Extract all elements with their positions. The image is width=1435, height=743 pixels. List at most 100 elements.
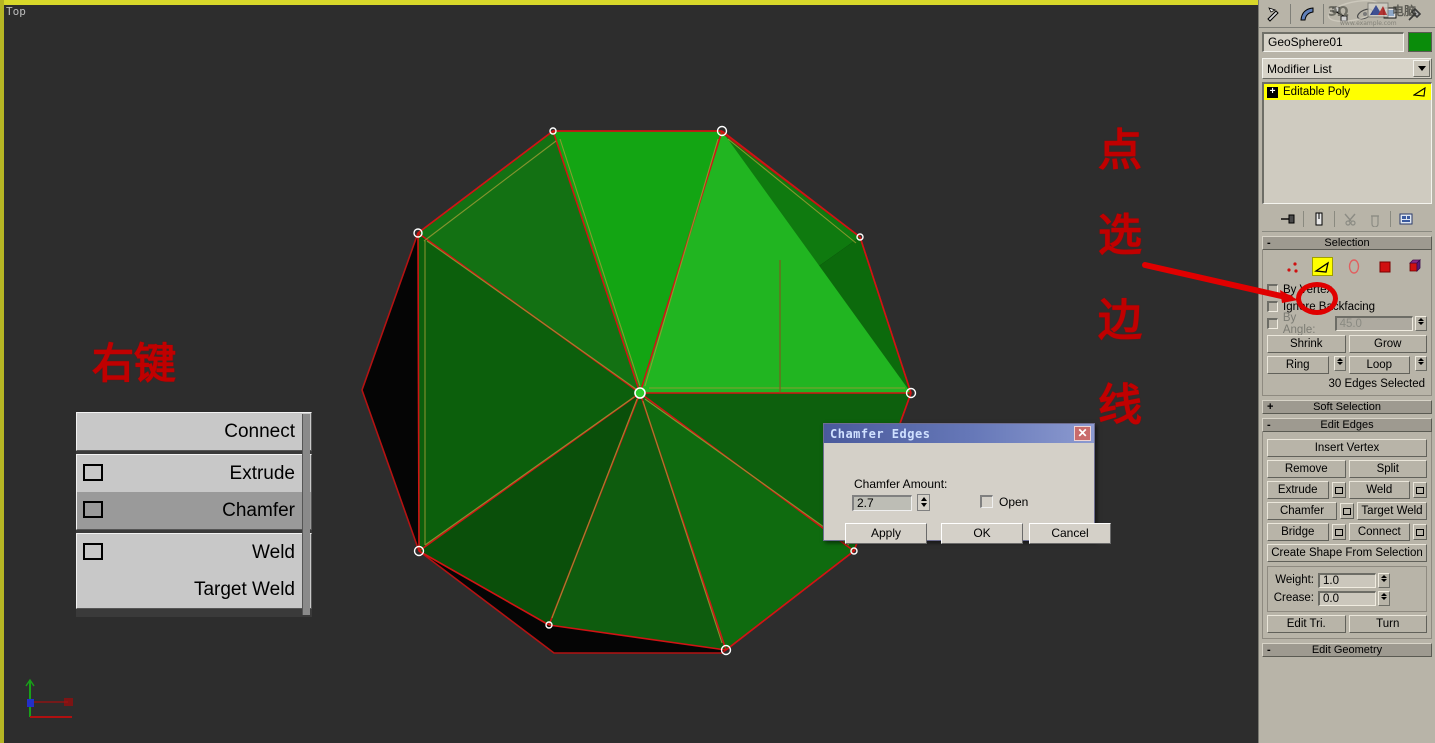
rollout-toggle-icon[interactable]: - [1267,419,1271,431]
by-angle-input[interactable]: 45.0 [1335,316,1414,331]
apply-button[interactable]: Apply [845,523,927,544]
chamfer-amount-spinner[interactable] [917,494,930,511]
command-panel[interactable]: ЭΩ 电脑 www.example.com GeoSphere01 Modifi… [1258,0,1435,743]
ignore-backfacing-checkbox[interactable] [1267,301,1278,312]
rollout-header-edit-geometry[interactable]: - Edit Geometry [1262,643,1432,657]
weight-row: Weight: 1.0 [1272,571,1422,589]
weight-crease-group: Weight: 1.0 Crease: 0.0 [1267,566,1427,612]
motion-icon[interactable] [1354,3,1376,25]
quad-menu-group-3: Weld Target Weld [76,533,312,609]
chamfer-edges-dialog[interactable]: Chamfer Edges ✕ Chamfer Amount: 2.7 Open… [823,423,1095,541]
chevron-down-icon[interactable] [1413,60,1430,77]
command-panel-tabs[interactable]: ЭΩ 电脑 www.example.com [1259,0,1435,28]
quad-menu-item-weld[interactable]: Weld [77,534,311,571]
chamfer-amount-input[interactable]: 2.7 [852,495,912,511]
viewport-top[interactable]: Top 右键 点 选 边 线 Connect [0,0,1258,743]
by-angle-spinner[interactable] [1415,316,1427,331]
dialog-titlebar[interactable]: Chamfer Edges ✕ [824,424,1094,443]
rollout-header-edit-edges[interactable]: - Edit Edges [1262,418,1432,432]
expand-icon[interactable]: + [1267,87,1278,98]
turn-button[interactable]: Turn [1349,615,1428,633]
quad-context-menu[interactable]: Connect Extrude Chamfer Weld [76,412,312,617]
quad-menu-scrollbar[interactable] [302,414,310,615]
viewport-label[interactable]: Top [6,5,26,18]
modifier-list-dropdown[interactable]: Modifier List [1262,58,1432,79]
weight-input[interactable]: 1.0 [1318,573,1376,588]
modifier-stack[interactable]: + Editable Poly [1262,82,1432,204]
quad-menu-group-2: Extrude Chamfer [76,454,312,530]
selection-status-text: 30 Edges Selected [1267,378,1427,390]
extrude-settings-icon[interactable] [1332,482,1346,498]
insert-vertex-button[interactable]: Insert Vertex [1267,439,1427,457]
crease-spinner[interactable] [1378,591,1390,606]
utilities-icon[interactable] [1404,3,1426,25]
bridge-settings-icon[interactable] [1332,524,1346,540]
settings-box-icon[interactable] [83,543,103,560]
show-end-result-icon[interactable] [1309,209,1329,229]
quad-menu-item-extrude[interactable]: Extrude [77,455,311,492]
connect-button[interactable]: Connect [1349,523,1411,541]
quad-menu-item-chamfer[interactable]: Chamfer [77,492,311,529]
settings-box-icon[interactable] [83,464,103,481]
chamfer-settings-icon[interactable] [1340,503,1354,519]
bridge-button[interactable]: Bridge [1267,523,1329,541]
connect-settings-icon[interactable] [1413,524,1427,540]
configure-modifier-sets-icon[interactable] [1396,209,1416,229]
quad-menu-item-target-weld[interactable]: Target Weld [77,571,311,608]
object-name-input[interactable]: GeoSphere01 [1262,32,1404,52]
annotation-char-1: 点 [1090,108,1150,193]
close-icon[interactable]: ✕ [1074,426,1091,441]
edit-tri-button[interactable]: Edit Tri. [1267,615,1346,633]
crease-input[interactable]: 0.0 [1318,591,1376,606]
pin-stack-icon[interactable] [1278,209,1298,229]
shrink-button[interactable]: Shrink [1267,335,1346,353]
loop-spinner[interactable] [1415,356,1427,371]
rollout-header-selection[interactable]: - Selection [1262,236,1432,250]
vertex-subobject-icon[interactable] [1281,257,1302,276]
object-color-swatch[interactable] [1408,32,1432,52]
rollout-toggle-icon[interactable]: - [1267,237,1271,249]
weld-button[interactable]: Weld [1349,481,1411,499]
by-vertex-checkbox[interactable] [1267,284,1278,295]
by-angle-checkbox[interactable] [1267,318,1278,329]
hierarchy-icon[interactable] [1329,3,1351,25]
make-unique-icon[interactable] [1340,209,1360,229]
cancel-button[interactable]: Cancel [1029,523,1111,544]
rollout-toggle-icon[interactable]: - [1267,644,1271,656]
ring-button[interactable]: Ring [1267,356,1329,374]
modify-icon[interactable] [1296,3,1318,25]
ring-spinner[interactable] [1334,356,1346,371]
remove-modifier-icon[interactable] [1365,209,1385,229]
polygon-subobject-icon[interactable] [1375,257,1396,276]
by-vertex-row[interactable]: By Vertex [1267,281,1427,298]
quad-menu-item-label: Chamfer [222,500,295,521]
create-icon[interactable] [1263,3,1285,25]
target-weld-button[interactable]: Target Weld [1357,502,1427,520]
weight-spinner[interactable] [1378,573,1390,588]
create-shape-from-selection-button[interactable]: Create Shape From Selection [1267,544,1427,562]
toolbar-separator [1323,4,1324,24]
grow-button[interactable]: Grow [1349,335,1428,353]
weld-settings-icon[interactable] [1413,482,1427,498]
edge-subobject-icon[interactable] [1312,257,1333,276]
settings-box-icon[interactable] [83,501,103,518]
remove-button[interactable]: Remove [1267,460,1346,478]
rollout-header-soft-selection[interactable]: + Soft Selection [1262,400,1432,414]
geosphere-model[interactable] [4,5,1258,743]
ok-button[interactable]: OK [941,523,1023,544]
modifier-stack-toolbar[interactable] [1262,206,1432,232]
chamfer-button[interactable]: Chamfer [1267,502,1337,520]
loop-button[interactable]: Loop [1349,356,1411,374]
modifier-stack-item-editable-poly[interactable]: + Editable Poly [1264,84,1431,100]
extrude-button[interactable]: Extrude [1267,481,1329,499]
element-subobject-icon[interactable] [1406,257,1427,276]
remove-split-row: Remove Split [1267,460,1427,478]
sub-object-level-row[interactable] [1267,254,1427,281]
rollout-toggle-icon[interactable]: + [1267,401,1273,413]
by-angle-row[interactable]: By Angle: 45.0 [1267,315,1427,332]
split-button[interactable]: Split [1349,460,1428,478]
quad-menu-item-connect[interactable]: Connect [77,413,311,450]
border-subobject-icon[interactable] [1343,257,1364,276]
display-icon[interactable] [1379,3,1401,25]
open-checkbox[interactable] [980,495,993,508]
